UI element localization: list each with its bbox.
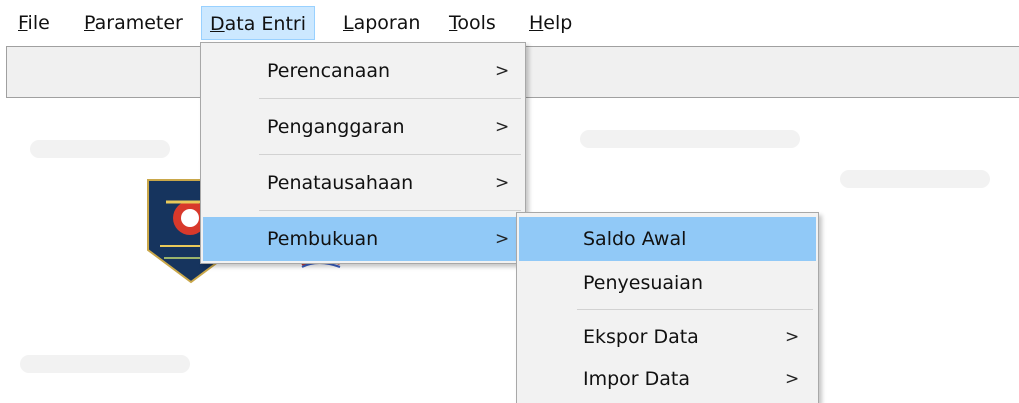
menu-item-perencanaan[interactable]: Perencanaan > — [203, 49, 523, 93]
menu-item-label: Perencanaan — [267, 60, 391, 82]
menu-item-impor-data[interactable]: Impor Data > — [519, 357, 816, 401]
menu-separator — [259, 98, 521, 99]
menu-item-penatausahaan[interactable]: Penatausahaan > — [203, 161, 523, 205]
menu-item-label: Penyesuaian — [583, 272, 703, 294]
background-decoration — [840, 170, 990, 188]
background-decoration — [30, 140, 170, 158]
menu-separator — [577, 309, 813, 310]
chevron-right-icon: > — [495, 117, 510, 137]
menu-laporan-label: aporan — [353, 12, 421, 34]
menu-item-label: Penganggaran — [267, 116, 405, 138]
app-window: File Parameter Data Entri Laporan Tools … — [0, 0, 1019, 403]
menu-parameter-mnemonic: P — [84, 12, 95, 34]
menu-tools[interactable]: Tools — [441, 6, 504, 40]
menu-tools-label: ools — [457, 12, 496, 34]
menu-help-label: elp — [543, 12, 573, 34]
menu-item-label: Pembukuan — [267, 228, 379, 250]
menu-help-mnemonic: H — [529, 12, 544, 34]
menu-item-penganggaran[interactable]: Penganggaran > — [203, 105, 523, 149]
menu-item-ekspor-data[interactable]: Ekspor Data > — [519, 315, 816, 359]
data-entri-menu: Perencanaan > Penganggaran > Penatausaha… — [200, 42, 526, 264]
menu-item-pembukuan[interactable]: Pembukuan > — [203, 217, 523, 261]
menu-file-mnemonic: F — [18, 12, 28, 34]
chevron-right-icon: > — [785, 327, 800, 347]
menu-item-label: Ekspor Data — [583, 326, 699, 348]
menu-help[interactable]: Help — [521, 6, 580, 40]
menu-parameter-label: arameter — [94, 12, 183, 34]
menu-item-saldo-awal[interactable]: Saldo Awal — [519, 217, 816, 261]
menu-item-label: Penatausahaan — [267, 172, 414, 194]
chevron-right-icon: > — [495, 61, 510, 81]
menu-data-entri-mnemonic: D — [210, 13, 225, 35]
menu-laporan[interactable]: Laporan — [335, 6, 428, 40]
menu-bar: File Parameter Data Entri Laporan Tools … — [0, 0, 1019, 44]
menu-file-label: ile — [27, 12, 50, 34]
menu-file[interactable]: File — [10, 6, 58, 40]
menu-item-label: Impor Data — [583, 368, 691, 390]
menu-parameter[interactable]: Parameter — [76, 6, 191, 40]
pembukuan-submenu: Saldo Awal Penyesuaian Ekspor Data > Imp… — [516, 212, 819, 403]
chevron-right-icon: > — [785, 369, 800, 389]
chevron-right-icon: > — [495, 173, 510, 193]
menu-laporan-mnemonic: L — [343, 12, 354, 34]
menu-data-entri[interactable]: Data Entri — [201, 6, 316, 40]
menu-data-entri-label: ata Entri — [224, 13, 307, 35]
menu-item-penyesuaian[interactable]: Penyesuaian — [519, 261, 816, 305]
menu-separator — [259, 210, 521, 211]
menu-item-label: Saldo Awal — [583, 228, 687, 250]
menu-separator — [259, 154, 521, 155]
background-decoration — [20, 355, 190, 373]
chevron-right-icon: > — [495, 229, 510, 249]
background-decoration — [580, 130, 800, 148]
